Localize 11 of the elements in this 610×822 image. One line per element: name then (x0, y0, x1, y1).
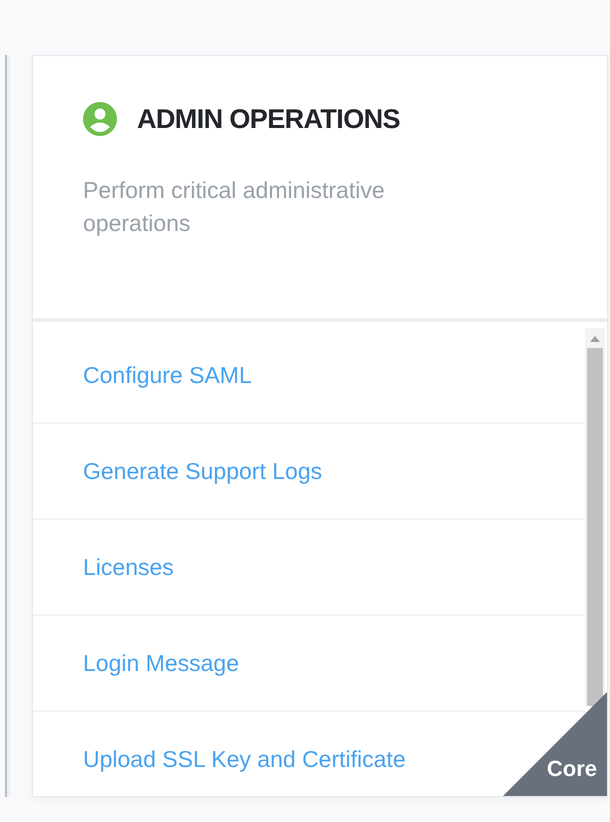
menu-link[interactable]: Licenses (83, 554, 174, 580)
user-icon (83, 102, 117, 136)
card-description: Perform critical administrative operations (83, 176, 386, 238)
menu-link[interactable]: Generate Support Logs (83, 458, 322, 484)
scroll-up-icon[interactable] (590, 336, 600, 342)
menu-link[interactable]: Login Message (83, 650, 239, 676)
menu-link[interactable]: Upload SSL Key and Certificate (83, 746, 406, 772)
card-title: ADMIN OPERATIONS (137, 104, 400, 134)
menu-link[interactable]: Configure SAML (83, 362, 252, 388)
corner-badge: Core (503, 692, 607, 796)
scrollbar[interactable] (585, 328, 605, 706)
